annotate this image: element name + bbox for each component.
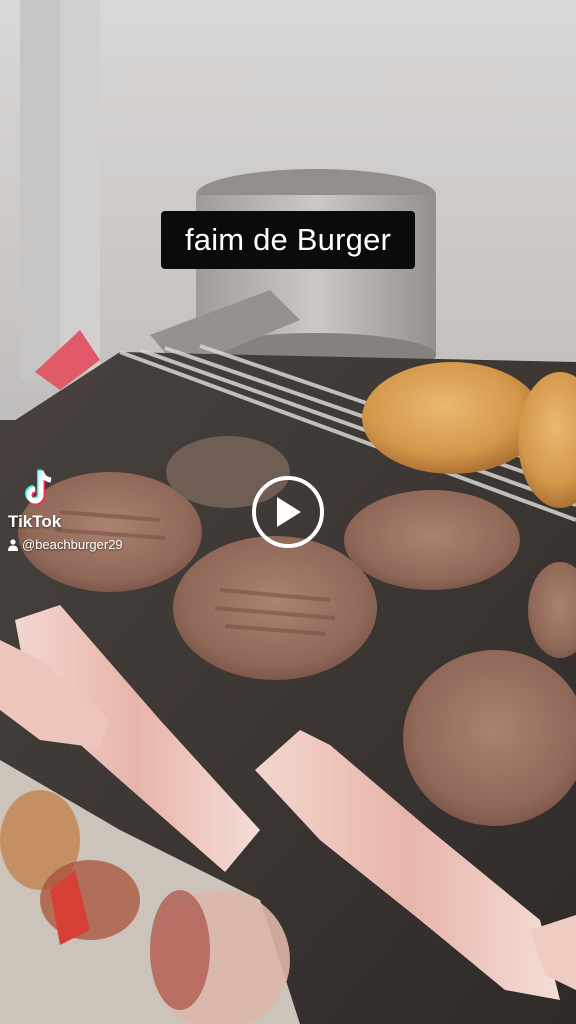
tiktok-logo-icon [25, 469, 52, 505]
creator-handle-text: @beachburger29 [22, 537, 123, 552]
user-icon [8, 538, 18, 551]
creator-handle: @beachburger29 [8, 537, 123, 552]
video-caption: faim de Burger [161, 211, 415, 269]
play-icon [277, 497, 301, 527]
video-frame[interactable]: faim de Burger TikTok @beachburger29 [0, 0, 576, 1024]
tiktok-wordmark: TikTok [8, 512, 62, 531]
play-button[interactable] [252, 476, 324, 548]
